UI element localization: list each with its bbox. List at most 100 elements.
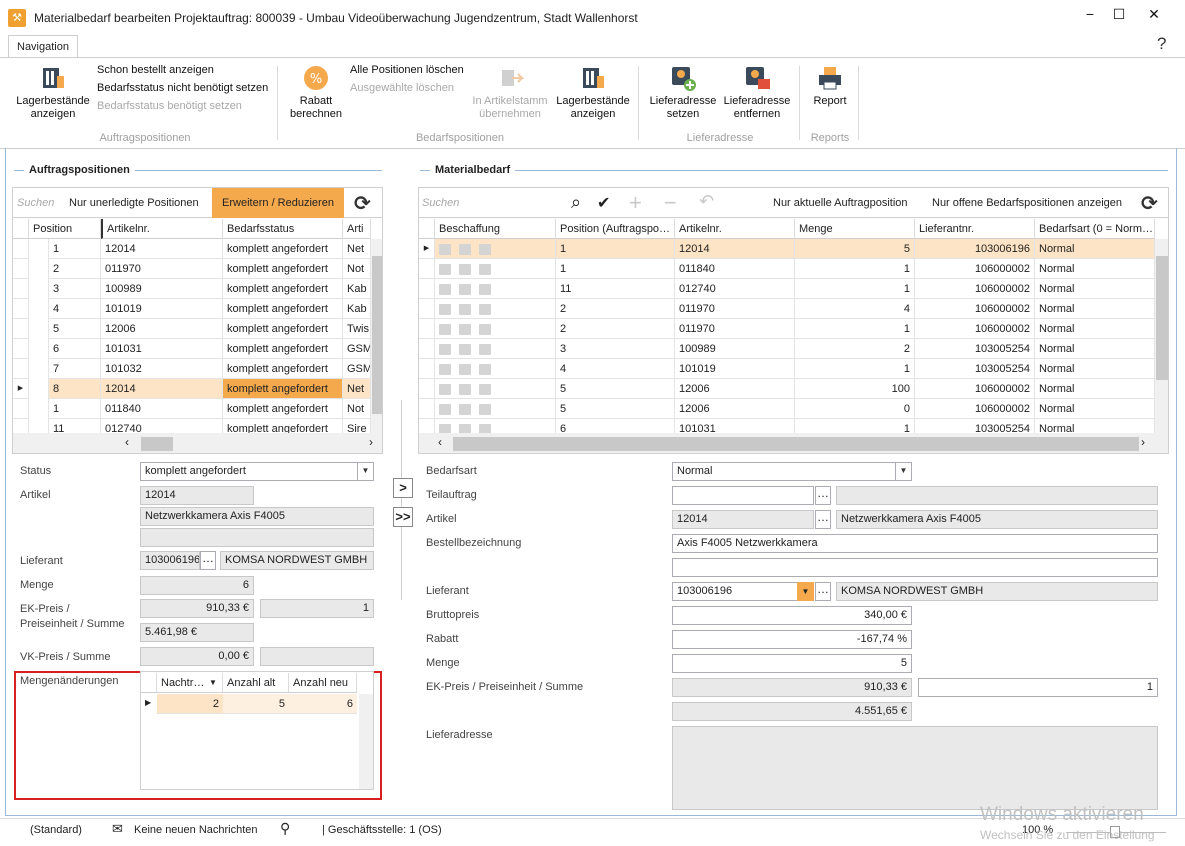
beschaffung-icons[interactable] (435, 279, 556, 299)
left-grid-cell[interactable]: komplett angefordert (223, 399, 343, 419)
left-grid-cell[interactable]: 1 (49, 239, 101, 259)
status-messages[interactable]: Keine neuen Nachrichten (134, 824, 258, 836)
right-grid-cell[interactable]: 12006 (675, 379, 795, 399)
right-grid-cell[interactable]: 2 (556, 299, 675, 319)
scroll-right-icon[interactable]: › (1141, 435, 1145, 449)
right-grid-cell[interactable]: 012740 (675, 279, 795, 299)
left-grid-cell[interactable]: 3 (49, 279, 101, 299)
beschaffung-icons[interactable] (435, 259, 556, 279)
right-grid-cell[interactable]: 5 (556, 379, 675, 399)
procurement-icon[interactable] (479, 243, 491, 255)
left-grid-cell[interactable]: 12014 (101, 379, 223, 399)
procurement-icon[interactable] (459, 403, 471, 415)
right-grid-cell[interactable]: 4 (556, 359, 675, 379)
left-grid-cell[interactable]: komplett angefordert (223, 279, 343, 299)
right-grid-cell[interactable]: 1 (556, 239, 675, 259)
left-grid-cell[interactable]: Not (343, 259, 371, 279)
artikelstamm-uebernehmen-button[interactable]: In Artikelstamm übernehmen (466, 64, 554, 121)
left-grid-cell[interactable]: Net (343, 379, 371, 399)
right-grid-cell[interactable]: 0 (795, 399, 915, 419)
bestellbezeichnung-field[interactable]: Axis F4005 Netzwerkkamera (672, 534, 1158, 553)
menge-field[interactable]: 6 (140, 576, 254, 595)
left-grid-cell[interactable]: 2 (49, 259, 101, 279)
col-header-artikel[interactable]: Arti (343, 219, 371, 239)
left-grid-cell[interactable]: 7 (49, 359, 101, 379)
left-grid-cell[interactable]: 5 (49, 319, 101, 339)
plus-icon[interactable]: + (629, 190, 642, 216)
lagerbestaende-button-2[interactable]: Lagerbestände anzeigen (552, 64, 634, 121)
mengen-cell-neu[interactable]: 6 (289, 694, 357, 714)
left-grid-cell[interactable]: 011840 (101, 399, 223, 419)
col-header-lieferantnr[interactable]: Lieferantnr. (915, 219, 1035, 239)
right-grid-cell[interactable]: Normal (1035, 299, 1155, 319)
bestellbezeichnung-field-2[interactable] (672, 558, 1158, 577)
tab-navigation[interactable]: Navigation (8, 35, 78, 58)
right-grid-cell[interactable]: 5 (556, 399, 675, 419)
left-grid-cell[interactable]: 12014 (101, 239, 223, 259)
beschaffung-icons[interactable] (435, 399, 556, 419)
left-grid-cell[interactable]: 8 (49, 379, 101, 399)
scrollbar-thumb[interactable] (372, 256, 382, 414)
beschaffung-icons[interactable] (435, 339, 556, 359)
ek-preiseinheit-field[interactable]: 1 (260, 599, 374, 618)
col-header-position[interactable]: Position (Auftragspo… (556, 219, 675, 239)
procurement-icon[interactable] (479, 263, 491, 275)
procurement-icon[interactable] (459, 243, 471, 255)
right-grid-cell[interactable]: 011970 (675, 319, 795, 339)
right-grid-cell[interactable]: 2 (556, 319, 675, 339)
transfer-one-button[interactable]: > (393, 478, 413, 498)
beschaffung-icons[interactable] (435, 359, 556, 379)
teilauftrag-field[interactable] (672, 486, 814, 505)
right-grid-cell[interactable]: 106000002 (915, 299, 1035, 319)
left-grid-cell[interactable]: Kab (343, 299, 371, 319)
right-grid-cell[interactable]: Normal (1035, 359, 1155, 379)
col-header-bedarfsstatus[interactable]: Bedarfsstatus (223, 219, 343, 239)
col-header-menge[interactable]: Menge (795, 219, 915, 239)
right-grid-cell[interactable]: 12014 (675, 239, 795, 259)
left-grid-cell[interactable]: 011970 (101, 259, 223, 279)
col-header-anzahl-neu[interactable]: Anzahl neu (289, 673, 357, 693)
col-header-artikelnr[interactable]: Artikelnr. (101, 219, 223, 239)
lieferadresse-field[interactable] (672, 726, 1158, 810)
left-grid-cell[interactable]: komplett angefordert (223, 319, 343, 339)
procurement-icon[interactable] (439, 323, 451, 335)
artikel-extra-field[interactable] (140, 528, 374, 547)
refresh-icon[interactable]: ⟳ (1141, 191, 1158, 216)
search-icon[interactable]: ⚲ (280, 820, 290, 837)
procurement-icon[interactable] (479, 363, 491, 375)
procurement-icon[interactable] (439, 243, 451, 255)
left-grid-cell[interactable]: komplett angefordert (223, 259, 343, 279)
vk-summe-field[interactable] (260, 647, 374, 666)
procurement-icon[interactable] (479, 303, 491, 315)
procurement-icon[interactable] (479, 323, 491, 335)
close-button[interactable]: ✕ (1139, 4, 1169, 24)
maximize-button[interactable]: ☐ (1104, 4, 1134, 24)
ek-preiseinheit-field-right[interactable]: 1 (918, 678, 1158, 697)
nur-unerledigte-button[interactable]: Nur unerledigte Positionen (69, 197, 199, 209)
filter-arrow-icon[interactable]: ▼ (209, 678, 217, 687)
minus-icon[interactable]: − (664, 190, 677, 216)
procurement-icon[interactable] (479, 283, 491, 295)
right-grid-cell[interactable]: 2 (795, 339, 915, 359)
alle-loeschen-button[interactable]: Alle Positionen löschen (350, 64, 464, 76)
search-icon[interactable]: ⌕ (571, 192, 581, 213)
beschaffung-icons[interactable] (435, 319, 556, 339)
col-header-anzahl-alt[interactable]: Anzahl alt (223, 673, 289, 693)
teilauftrag-desc-field[interactable] (836, 486, 1158, 505)
undo-icon[interactable]: ↶ (699, 191, 714, 212)
left-grid-cell[interactable]: Not (343, 399, 371, 419)
right-grid-cell[interactable]: 12006 (675, 399, 795, 419)
mengen-cell-alt[interactable]: 5 (223, 694, 289, 714)
right-grid-cell[interactable]: 100989 (675, 339, 795, 359)
right-grid-cell[interactable]: 103006196 (915, 239, 1035, 259)
hscroll-thumb[interactable] (141, 437, 173, 451)
refresh-icon[interactable]: ⟳ (354, 191, 371, 216)
procurement-icon[interactable] (459, 263, 471, 275)
ek-summe-field-right[interactable]: 4.551,65 € (672, 702, 912, 721)
right-grid-cell[interactable]: 11 (556, 279, 675, 299)
left-grid-cell[interactable]: 4 (49, 299, 101, 319)
right-grid-cell[interactable]: 1 (556, 259, 675, 279)
artikel-nr-field[interactable]: 12014 (140, 486, 254, 505)
left-grid-cell[interactable]: 1 (49, 399, 101, 419)
right-grid-cell[interactable]: 106000002 (915, 379, 1035, 399)
